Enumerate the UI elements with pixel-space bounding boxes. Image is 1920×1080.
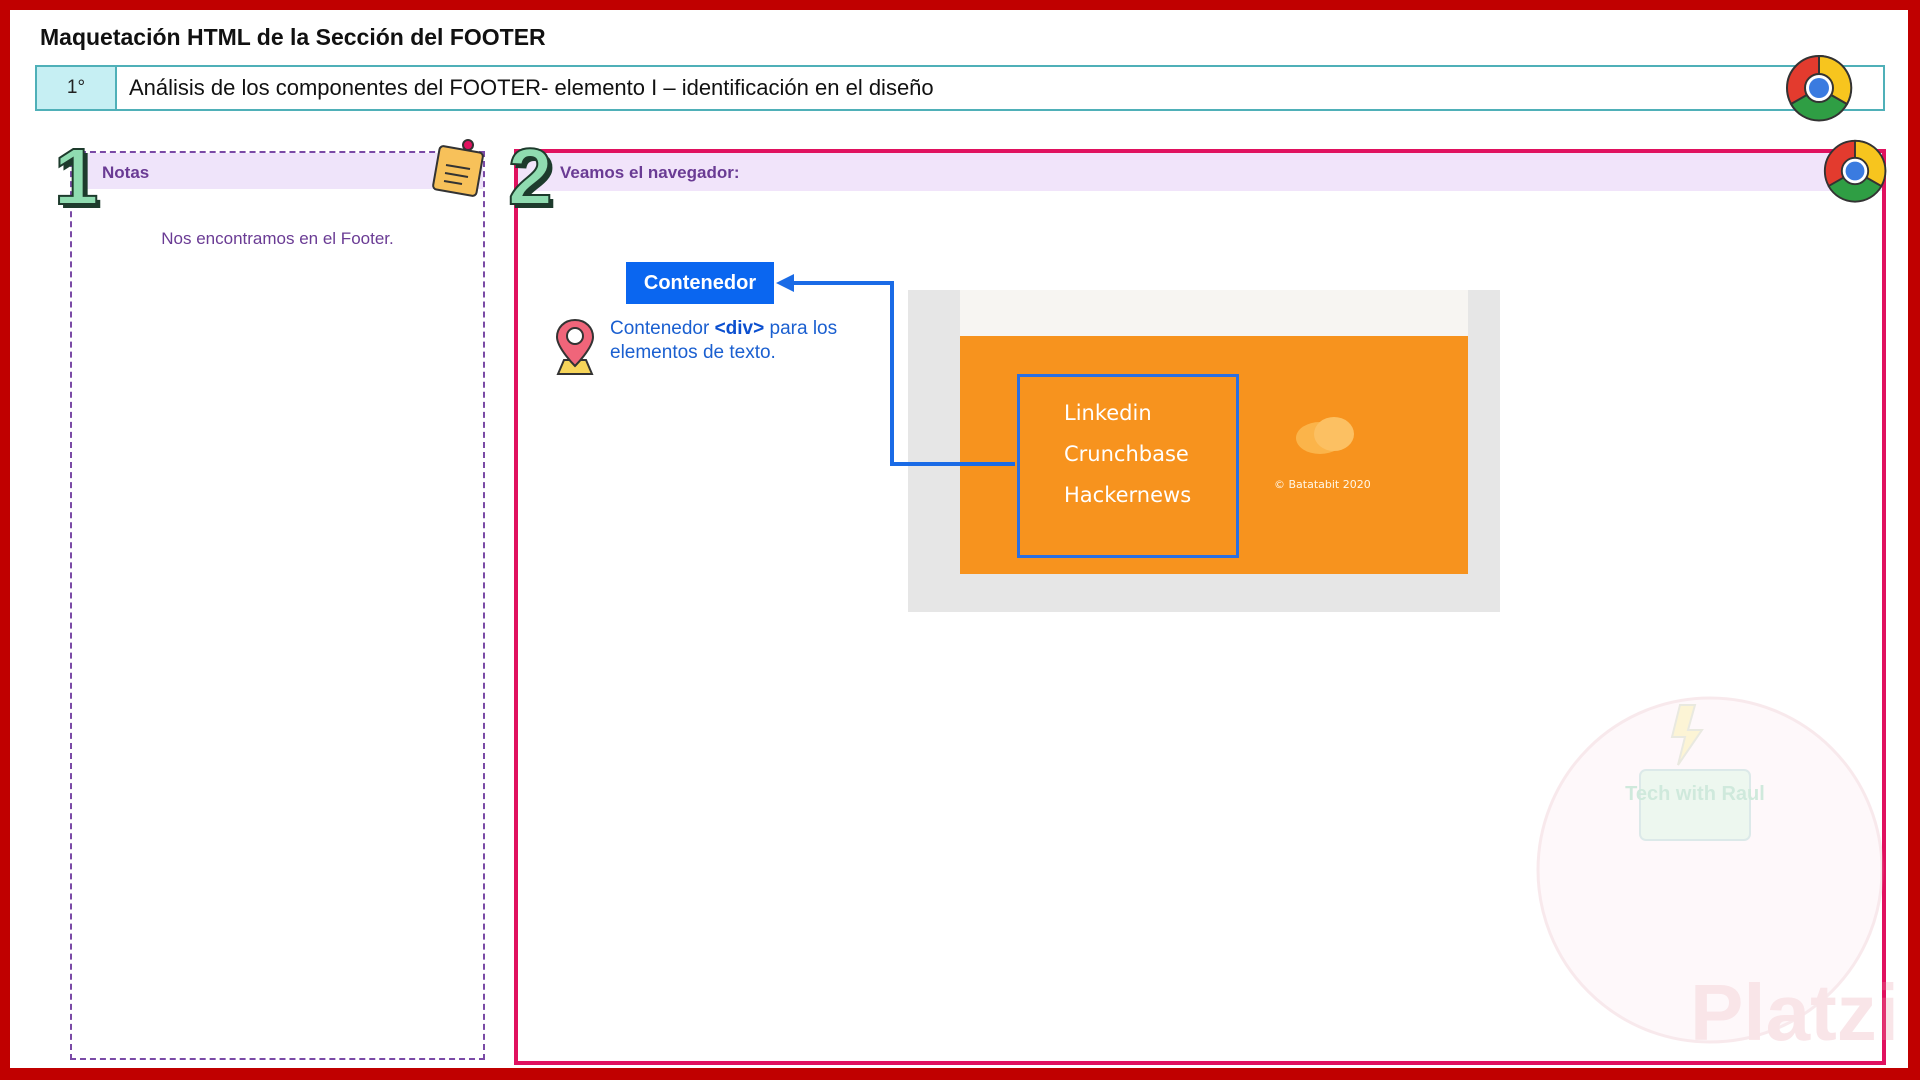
- mockup-footer: Linkedin Crunchbase Hackernews © Batatab…: [960, 336, 1468, 574]
- mockup-top-strip: [960, 290, 1468, 336]
- platzi-watermark: Tech with Raul Platzi: [1536, 696, 1899, 1057]
- chrome-icon: [1786, 54, 1853, 122]
- notes-panel: Notas Nos encontramos en el Footer.: [70, 151, 485, 1060]
- step-bar: 1° Análisis de los componentes del FOOTE…: [35, 65, 1885, 111]
- contenedor-label: Contenedor: [626, 262, 774, 304]
- step-number: 1°: [37, 67, 117, 109]
- slide: Maquetación HTML de la Sección del FOOTE…: [10, 10, 1908, 1068]
- step-text: Análisis de los componentes del FOOTER- …: [129, 75, 934, 100]
- map-pin-icon: [555, 318, 595, 375]
- step-one-badge: 1 1: [53, 138, 102, 216]
- description-tag: <div>: [714, 318, 765, 339]
- footer-mockup: Linkedin Crunchbase Hackernews © Batatab…: [908, 290, 1500, 612]
- footer-copyright: © Batatabit 2020: [1274, 478, 1371, 491]
- footer-link-hackernews: Hackernews: [1064, 483, 1192, 507]
- sticky-note-icon: [432, 139, 484, 197]
- step-two-badge: 2 2: [507, 138, 557, 216]
- chrome-icon: [1823, 139, 1887, 203]
- navigator-title: Veamos el navegador:: [560, 163, 740, 182]
- description-prefix: Contenedor: [610, 318, 715, 339]
- links-container-highlight: Linkedin Crunchbase Hackernews: [1017, 374, 1239, 558]
- footer-link-crunchbase: Crunchbase: [1064, 442, 1189, 466]
- bitcoin-logo-icon: [1296, 417, 1354, 454]
- navigator-header: Veamos el navegador:: [518, 153, 1882, 191]
- container-description: Contenedor <div> para los elementos de t…: [610, 317, 870, 365]
- svg-text:1: 1: [54, 138, 99, 216]
- notes-title: Notas: [102, 163, 150, 182]
- notes-text: Nos encontramos en el Footer.: [161, 229, 394, 248]
- footer-link-linkedin: Linkedin: [1064, 401, 1152, 425]
- svg-text:2: 2: [508, 138, 553, 216]
- page-title: Maquetación HTML de la Sección del FOOTE…: [40, 24, 546, 50]
- svg-text:Platzi: Platzi: [1690, 968, 1899, 1057]
- svg-text:Tech with Raul: Tech with Raul: [1625, 783, 1765, 805]
- notes-header: Notas: [72, 153, 483, 189]
